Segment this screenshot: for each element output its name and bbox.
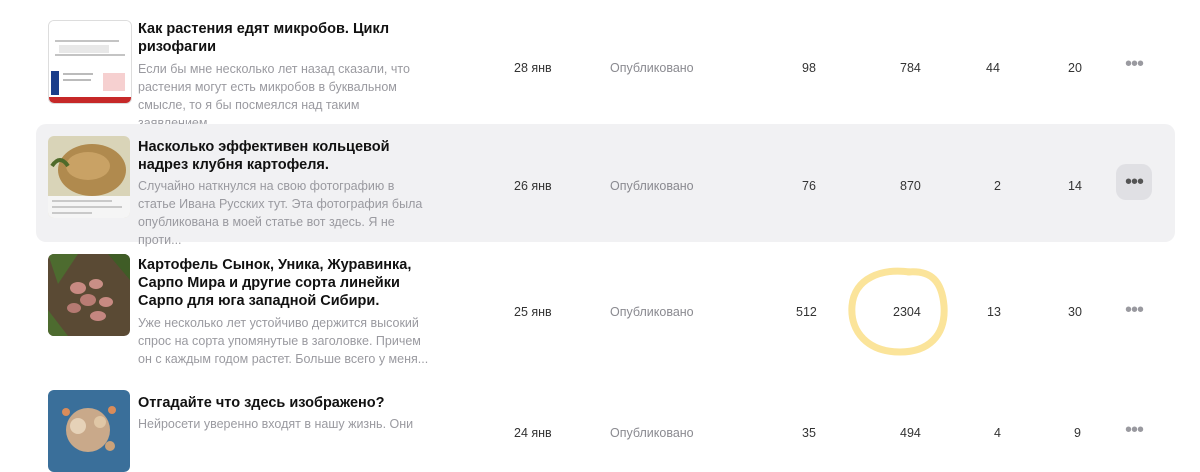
article-likes: 44 (986, 61, 1000, 75)
article-impressions: 494 (900, 426, 921, 440)
article-row[interactable]: Отгадайте что здесь изображено? Нейросет… (36, 382, 1175, 472)
article-row[interactable]: Насколько эффективен кольцевой надрез кл… (36, 124, 1175, 247)
article-snippet: Если бы мне несколько лет назад сказали,… (138, 62, 410, 130)
potatoes-photo-icon (48, 254, 130, 336)
article-thumbnail[interactable] (48, 136, 130, 218)
article-date: 24 янв (514, 426, 552, 440)
article-comments: 20 (1068, 61, 1082, 75)
diagram-thumbnail-icon (49, 21, 131, 103)
article-snippet: Случайно наткнулся на свою фотографию в … (138, 179, 423, 247)
article-title[interactable]: Картофель Сынок, Уника, Журавинка, Сарпо… (138, 256, 438, 310)
article-row[interactable]: Как растения едят микробов. Цикл ризофаг… (36, 6, 1175, 130)
more-options-button[interactable]: ••• (1116, 412, 1152, 448)
article-title[interactable]: Отгадайте что здесь изображено? (138, 394, 438, 412)
article-date: 26 янв (514, 179, 552, 193)
ellipsis-icon: ••• (1124, 298, 1144, 321)
article-comments: 30 (1068, 305, 1082, 319)
article-views: 98 (802, 61, 816, 75)
ellipsis-icon: ••• (1124, 418, 1144, 441)
article-likes: 4 (994, 426, 1001, 440)
ai-image-thumbnail-icon (48, 390, 130, 472)
article-comments: 14 (1068, 179, 1082, 193)
article-thumbnail[interactable] (48, 390, 130, 472)
article-likes: 2 (994, 179, 1001, 193)
article-date: 25 янв (514, 305, 552, 319)
article-comments: 9 (1074, 426, 1081, 440)
article-row[interactable]: Картофель Сынок, Уника, Журавинка, Сарпо… (36, 246, 1175, 376)
ellipsis-icon: ••• (1124, 170, 1144, 193)
article-status: Опубликовано (610, 426, 694, 440)
article-views: 35 (802, 426, 816, 440)
article-status: Опубликовано (610, 305, 694, 319)
article-title[interactable]: Как растения едят микробов. Цикл ризофаг… (138, 20, 438, 56)
article-status: Опубликовано (610, 179, 694, 193)
highlight-circle-annotation (848, 267, 948, 356)
article-snippet: Нейросети уверенно входят в нашу жизнь. … (138, 417, 414, 431)
more-options-button[interactable]: ••• (1116, 164, 1152, 200)
article-title[interactable]: Насколько эффективен кольцевой надрез кл… (138, 138, 438, 174)
potato-photo-icon (48, 136, 130, 218)
article-impressions: 870 (900, 179, 921, 193)
article-impressions: 784 (900, 61, 921, 75)
more-options-button[interactable]: ••• (1116, 292, 1152, 328)
article-likes: 13 (987, 305, 1001, 319)
more-options-button[interactable]: ••• (1116, 46, 1152, 82)
article-views: 76 (802, 179, 816, 193)
ellipsis-icon: ••• (1124, 52, 1144, 75)
article-status: Опубликовано (610, 61, 694, 75)
article-thumbnail[interactable] (48, 20, 132, 104)
article-thumbnail[interactable] (48, 254, 130, 336)
article-snippet: Уже несколько лет устойчиво держится выс… (138, 316, 429, 366)
article-views: 512 (796, 305, 817, 319)
article-date: 28 янв (514, 61, 552, 75)
